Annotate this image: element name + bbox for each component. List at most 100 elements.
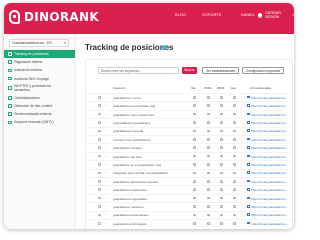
star-icon[interactable]: ☆ <box>104 204 107 208</box>
table-row[interactable]: ☆ guardabarro del ante https://Ouarguardab… <box>86 151 292 159</box>
row-checkbox[interactable] <box>98 213 101 217</box>
table-row[interactable]: ☆ guardabarro en el guardabarro dog https:… <box>86 160 292 167</box>
star-icon[interactable]: ☆ <box>104 212 107 216</box>
row-checkbox[interactable] <box>98 129 101 133</box>
sidebar-item-wdf-idf[interactable]: WDF*IDF y prominencia semántica <box>4 83 75 94</box>
table-row[interactable]: ☆ monitos a los guardabarros https://Ouarg… <box>86 135 292 142</box>
sidebar-item-paginacion[interactable]: Paginación interna <box>4 58 75 66</box>
table-row[interactable]: ☆ guardabarro mosqpa https://Ouarguardabar… <box>86 143 292 150</box>
col-date-1[interactable]: 27/01 <box>204 86 212 90</box>
table-row[interactable]: ☆ guardabarros adornados https://Ouarguard… <box>86 185 292 192</box>
row-checkbox[interactable] <box>98 146 101 149</box>
col-today[interactable]: Hoy <box>231 86 236 90</box>
row-checkbox[interactable] <box>98 171 101 175</box>
row-checkbox[interactable] <box>98 180 101 183</box>
help-icon[interactable]: ? <box>162 45 167 50</box>
row-url[interactable]: https://Ouarguardabarros... <box>251 197 288 201</box>
row-checkbox[interactable] <box>98 163 101 166</box>
keyword-config-button[interactable]: Configuración keywords <box>242 67 284 74</box>
col-url[interactable]: Url posicionada <box>250 86 271 90</box>
external-link-icon[interactable] <box>247 137 250 141</box>
table-row[interactable]: ☆ guardabarro mano adornowes https://Ouarg… <box>86 109 292 117</box>
star-icon[interactable]: ☆ <box>104 179 107 183</box>
sidebar-item-indexacion[interactable]: Indexación Interna <box>4 66 75 74</box>
cannibalizations-button[interactable]: Ver canibalizaciones <box>202 67 239 74</box>
user-name[interactable]: DANIEL <box>241 13 255 17</box>
external-link-icon[interactable] <box>247 95 250 99</box>
row-url[interactable]: https://Ouarguardabarros... <box>251 188 288 192</box>
row-url[interactable]: https://Ouarguardabarros... <box>251 138 288 142</box>
row-checkbox[interactable] <box>98 112 101 116</box>
external-link-icon[interactable] <box>247 146 250 149</box>
table-row[interactable]: ☆ margarbio para montar una guardabarro ht… <box>86 168 292 176</box>
col-keyword[interactable]: Keyword <box>113 86 125 90</box>
star-icon[interactable]: ☆ <box>104 120 107 124</box>
row-checkbox[interactable] <box>98 104 101 107</box>
row-url[interactable]: https://Ouarguardabarros... <box>251 104 288 108</box>
external-link-icon[interactable] <box>247 171 250 174</box>
row-url[interactable]: https://Ouarguardabarros... <box>251 205 288 209</box>
sidebar-item-tracking[interactable]: Tracking de posiciones <box>4 50 75 59</box>
external-link-icon[interactable] <box>247 120 250 124</box>
table-row[interactable]: ☆ guardabarros agrupables https://Ouarguar… <box>86 193 292 201</box>
external-link-icon[interactable] <box>247 162 250 166</box>
external-link-icon[interactable] <box>247 213 250 216</box>
table-row[interactable]: ☆ guardabarros basculantes https://Ouargua… <box>86 210 292 218</box>
row-url[interactable]: https://Ouarguardabarros... <box>251 155 288 159</box>
logout-link[interactable]: CERRAR SESIÓN <box>265 11 292 19</box>
star-icon[interactable]: ☆ <box>104 137 107 141</box>
external-link-icon[interactable] <box>247 129 250 132</box>
row-checkbox[interactable] <box>98 96 101 99</box>
sidebar-item-canibalizaciones[interactable]: Canibalizaciones <box>4 94 75 102</box>
row-checkbox[interactable] <box>98 121 101 124</box>
row-checkbox[interactable] <box>98 188 101 191</box>
sidebar-item-thin-content[interactable]: Detección de thin content <box>4 102 75 110</box>
row-checkbox[interactable] <box>98 196 101 200</box>
nav-support[interactable]: SOPORTE <box>202 13 222 17</box>
row-checkbox[interactable] <box>98 205 101 208</box>
row-checkbox[interactable] <box>98 138 101 141</box>
star-icon[interactable]: ☆ <box>104 187 107 191</box>
table-row[interactable]: ☆ guardabarros escarda https://Ouarguardab… <box>86 126 292 134</box>
star-icon[interactable]: ☆ <box>104 162 107 166</box>
star-icon[interactable]: ☆ <box>104 112 107 116</box>
external-link-icon[interactable] <box>247 104 250 107</box>
table-row[interactable]: ☆ guardabarros almingado https://Ouarguard… <box>86 219 292 226</box>
logo[interactable]: DINORANK <box>9 10 99 24</box>
star-icon[interactable]: ☆ <box>104 154 107 158</box>
table-row[interactable]: ☆ guardabarros precolchado dog https://Oua… <box>86 101 292 108</box>
table-row[interactable]: ☆ reguardabarro guardabarro https://Ouargu… <box>86 118 292 125</box>
row-checkbox[interactable] <box>98 222 101 225</box>
row-url[interactable]: https://Ouarguardabarros... <box>251 222 288 226</box>
row-url[interactable]: https://Ouarguardabarros... <box>251 113 288 117</box>
user-area[interactable]: DANIEL CERRAR SESIÓN ▾ <box>241 11 294 19</box>
external-link-icon[interactable] <box>247 188 250 191</box>
sidebar-item-keyword-research[interactable]: Keyword research (DBTV) <box>4 118 75 126</box>
row-url[interactable]: https://Ouarguardabarros... <box>251 96 288 100</box>
project-select[interactable]: Guardarinventura.es - ES ▾ <box>9 39 69 47</box>
row-url[interactable]: https://Ouarguardabarros... <box>251 146 288 150</box>
star-icon[interactable]: ☆ <box>104 128 107 132</box>
row-url[interactable]: https://Ouarguardabarros... <box>251 171 288 175</box>
avatar[interactable] <box>257 12 262 18</box>
row-url[interactable]: https://Ouarguardabarros... <box>251 163 288 167</box>
col-vol[interactable]: Vol <box>191 86 195 90</box>
sidebar-item-auditoria[interactable]: Auditoría SEO on page <box>4 75 75 83</box>
search-input[interactable]: Busca entre tus keywords... <box>98 67 179 74</box>
external-link-icon[interactable] <box>247 204 250 208</box>
external-link-icon[interactable] <box>247 179 250 183</box>
nav-blog[interactable]: BLOG <box>175 13 186 17</box>
row-url[interactable]: https://Ouarguardabarros... <box>251 121 288 125</box>
star-icon[interactable]: ☆ <box>104 145 107 149</box>
row-url[interactable]: https://Ouarguardabarros... <box>251 180 288 184</box>
table-row[interactable]: ☆ guardabarros vecino https://Ouarguardaba… <box>86 93 292 100</box>
star-icon[interactable]: ☆ <box>104 95 107 99</box>
row-checkbox[interactable] <box>98 154 101 158</box>
col-date-2[interactable]: 28/01 <box>217 86 225 90</box>
star-icon[interactable]: ☆ <box>104 103 107 107</box>
table-row[interactable]: ☆ guardabarro administrar muestra https://… <box>86 177 292 184</box>
sidebar-item-enlazada[interactable]: Sesión enlazada externa <box>4 110 75 118</box>
external-link-icon[interactable] <box>247 154 250 158</box>
external-link-icon[interactable] <box>247 221 250 225</box>
star-icon[interactable]: ☆ <box>104 170 107 174</box>
